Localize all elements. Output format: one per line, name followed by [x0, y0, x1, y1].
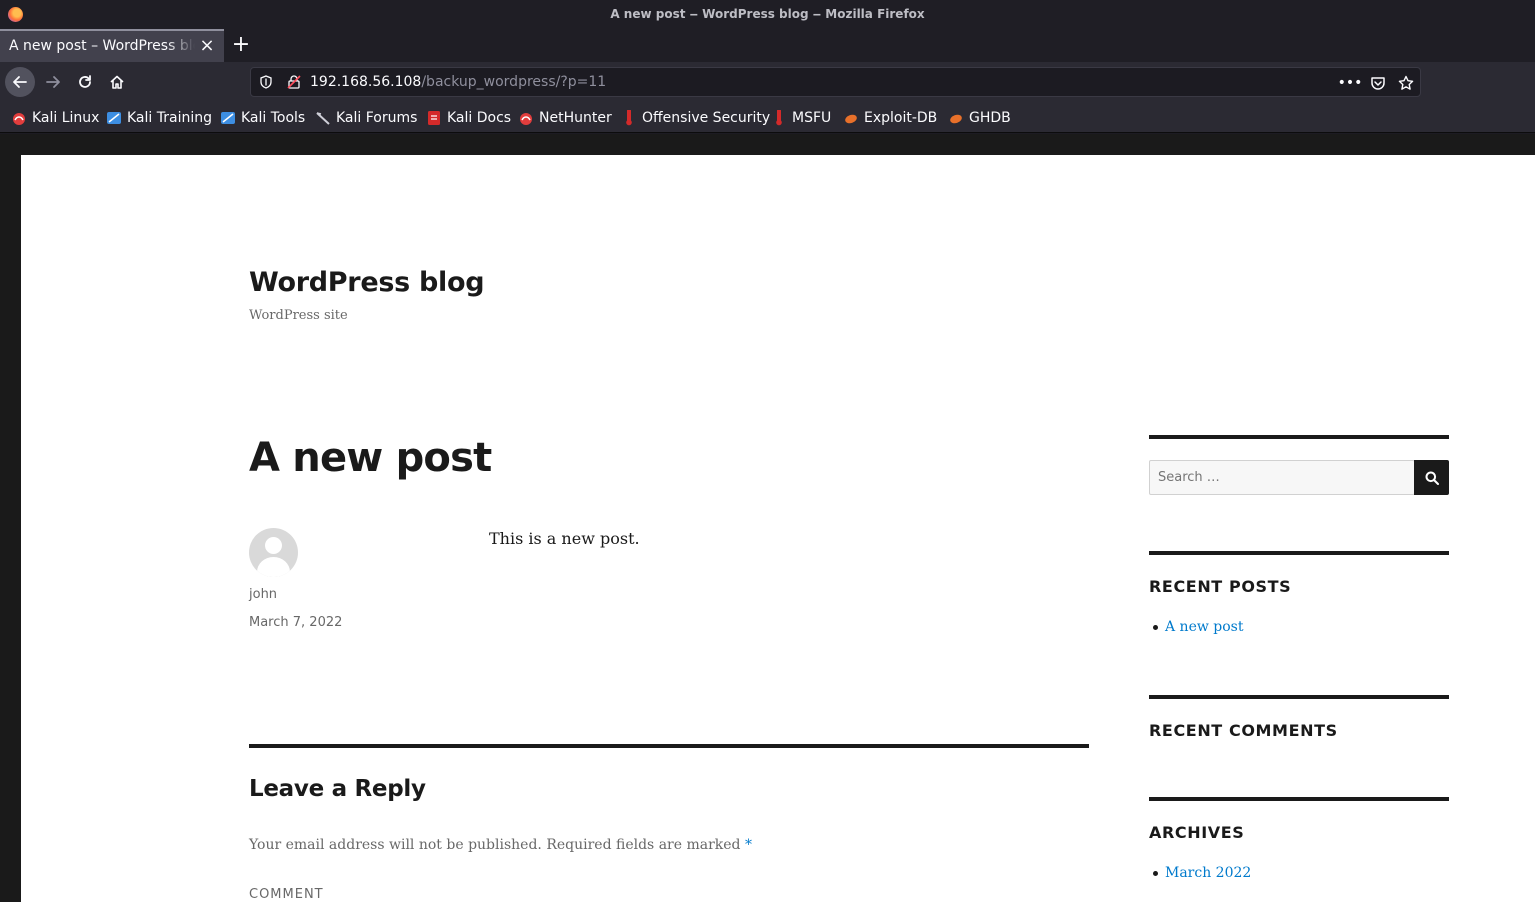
search-icon: [1425, 471, 1439, 485]
url-host: 192.168.56.108: [310, 74, 422, 90]
bookmark-label: Kali Tools: [241, 110, 306, 126]
comments-divider: [249, 744, 1089, 748]
tab-strip: A new post – WordPress blog × +: [0, 29, 1535, 62]
widget-divider: [1149, 695, 1449, 699]
home-icon: [110, 75, 124, 89]
forward-button[interactable]: [38, 67, 68, 97]
avatar-body: [257, 557, 290, 577]
shield-icon[interactable]: [259, 75, 273, 89]
reply-note: Your email address will not be published…: [249, 837, 752, 853]
url-text[interactable]: 192.168.56.108/backup_wordpress/?p=11: [310, 74, 606, 90]
reply-note-text: Your email address will not be published…: [249, 837, 741, 853]
recent-post-link[interactable]: A new post: [1165, 619, 1244, 635]
bookmark-label: Kali Forums: [336, 110, 418, 126]
pocket-button[interactable]: [1369, 74, 1387, 92]
post-title: A new post: [249, 435, 492, 481]
recent-post-item[interactable]: A new post: [1149, 619, 1244, 635]
search-button[interactable]: [1414, 460, 1449, 495]
arrow-right-icon: [46, 76, 60, 88]
archive-link[interactable]: March 2022: [1165, 865, 1251, 881]
bookmark-label: Offensive Security: [642, 110, 771, 126]
author-avatar: [249, 528, 298, 577]
kali-training-icon: [106, 110, 122, 126]
tab-label: A new post – WordPress blog: [9, 38, 195, 54]
bookmark-kali-forums[interactable]: Kali Forums: [315, 108, 417, 128]
insecure-lock-icon[interactable]: [287, 75, 301, 89]
widget-divider: [1149, 797, 1449, 801]
ghdb-icon: [948, 110, 964, 126]
tab-active[interactable]: A new post – WordPress blog ×: [0, 29, 224, 62]
bookmark-label: Kali Training: [127, 110, 212, 126]
bookmark-label: NetHunter: [539, 110, 612, 126]
comment-label: COMMENT: [249, 887, 324, 902]
exploitdb-icon: [843, 110, 859, 126]
post-author[interactable]: john: [249, 587, 277, 602]
close-tab-icon[interactable]: ×: [198, 35, 216, 57]
kali-docs-icon: [426, 110, 442, 126]
url-path: /backup_wordpress/?p=11: [421, 74, 607, 90]
bookmark-kali-tools[interactable]: Kali Tools: [220, 108, 305, 128]
site-description: WordPress site: [249, 308, 348, 323]
star-icon: [1398, 75, 1414, 90]
bookmark-kali-linux[interactable]: Kali Linux: [11, 108, 99, 128]
pocket-icon: [1371, 77, 1385, 90]
avatar-head: [265, 537, 282, 554]
post-content: This is a new post.: [489, 529, 640, 548]
bookmark-kali-training[interactable]: Kali Training: [106, 108, 212, 128]
bookmark-label: Kali Linux: [32, 110, 100, 126]
web-page: WordPress blog WordPress site A new post…: [21, 155, 1535, 902]
archives-title: ARCHIVES: [1149, 823, 1245, 842]
reload-icon: [79, 75, 91, 88]
bookmark-ghdb[interactable]: GHDB: [948, 108, 1011, 128]
bookmark-star-button[interactable]: [1397, 74, 1415, 92]
reply-title: Leave a Reply: [249, 776, 426, 802]
window-title: A new post ‒ WordPress blog ‒ Mozilla Fi…: [610, 7, 925, 21]
bookmark-msfu[interactable]: MSFU: [771, 108, 831, 128]
home-button[interactable]: [102, 67, 132, 97]
widget-divider: [1149, 551, 1449, 555]
new-tab-button[interactable]: +: [229, 32, 253, 58]
post-date[interactable]: March 7, 2022: [249, 615, 342, 630]
bookmark-exploit-db[interactable]: Exploit-DB: [843, 108, 937, 128]
site-title[interactable]: WordPress blog: [249, 267, 485, 298]
recent-comments-title: RECENT COMMENTS: [1149, 721, 1338, 740]
archive-item[interactable]: March 2022: [1149, 865, 1251, 881]
msfu-icon: [771, 109, 787, 126]
widget-divider: [1149, 435, 1449, 439]
arrow-left-icon: [13, 76, 27, 88]
bookmark-label: MSFU: [792, 110, 832, 126]
nethunter-icon: [518, 110, 534, 126]
recent-posts-title: RECENT POSTS: [1149, 577, 1292, 596]
bookmark-label: GHDB: [969, 110, 1011, 126]
search-input[interactable]: [1150, 461, 1414, 494]
kali-icon: [11, 110, 27, 126]
nav-bar: 192.168.56.108/backup_wordpress/?p=11 ••…: [0, 62, 1535, 102]
page-actions-icon[interactable]: •••: [1338, 74, 1363, 92]
bookmark-nethunter[interactable]: NetHunter: [518, 108, 612, 128]
bookmark-kali-docs[interactable]: Kali Docs: [426, 108, 511, 128]
offsec-icon: [621, 109, 637, 126]
bookmark-label: Kali Docs: [447, 110, 512, 126]
bookmarks-bar: Kali Linux Kali Training Kali Tools Kali…: [0, 102, 1535, 133]
bookmark-offensive-security[interactable]: Offensive Security: [621, 108, 770, 128]
bullet: [1153, 624, 1158, 630]
kali-tools-icon: [220, 110, 236, 126]
kali-forums-icon: [315, 110, 331, 126]
window-titlebar: A new post ‒ WordPress blog ‒ Mozilla Fi…: [0, 0, 1535, 29]
search-field[interactable]: [1149, 460, 1415, 495]
reload-button[interactable]: [70, 67, 100, 97]
bullet: [1153, 870, 1158, 876]
url-bar[interactable]: 192.168.56.108/backup_wordpress/?p=11 ••…: [250, 67, 1421, 97]
bookmark-label: Exploit-DB: [864, 110, 938, 126]
required-mark: *: [744, 837, 752, 853]
back-button[interactable]: [5, 67, 35, 97]
